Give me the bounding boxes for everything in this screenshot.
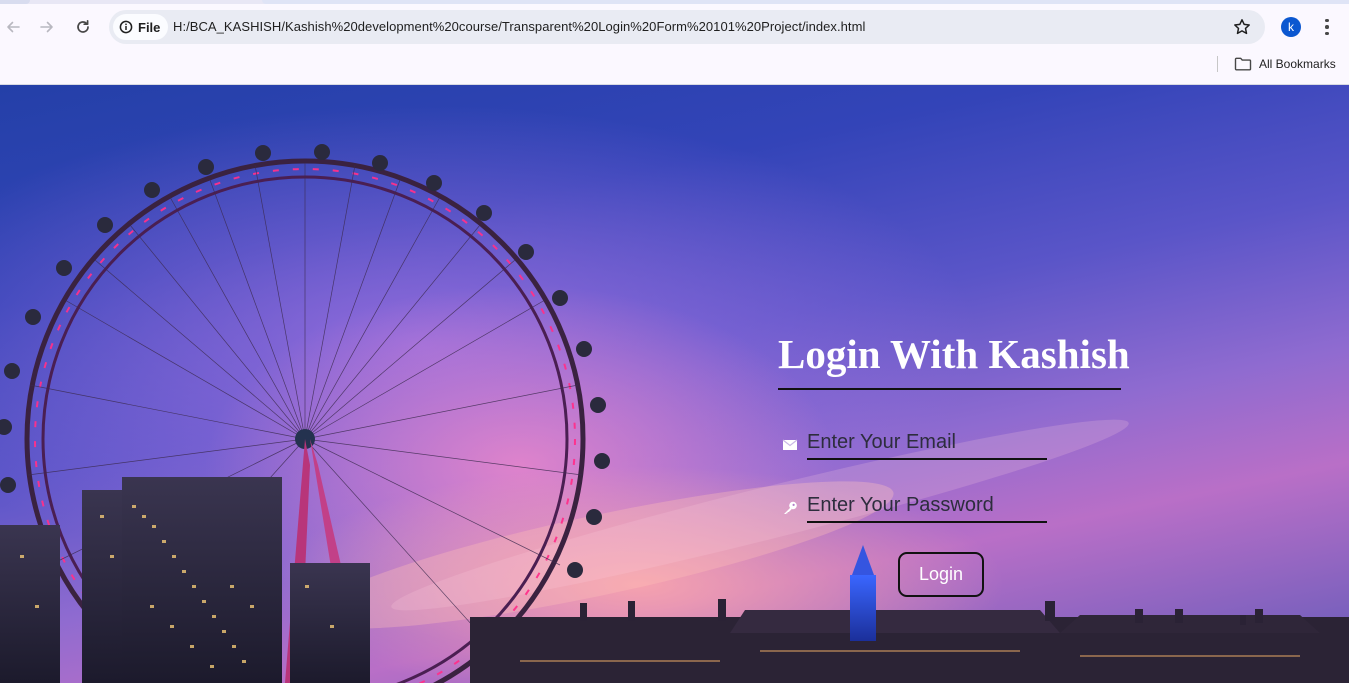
site-info-label: File bbox=[138, 19, 161, 35]
active-tab-edge[interactable] bbox=[0, 0, 30, 4]
folder-icon bbox=[1234, 57, 1252, 71]
arrow-right-icon bbox=[40, 21, 53, 33]
tab-strip bbox=[0, 0, 1349, 4]
tab-strip-edge bbox=[262, 0, 1349, 4]
arrow-left-icon bbox=[7, 21, 20, 33]
login-form: Login With Kashish Login bbox=[778, 331, 1130, 597]
key-icon bbox=[784, 501, 797, 514]
title-underline bbox=[778, 388, 1121, 390]
reload-icon bbox=[77, 19, 89, 33]
address-bar[interactable]: File H:/BCA_KASHISH/Kashish%20developmen… bbox=[109, 10, 1265, 44]
all-bookmarks-button[interactable]: All Bookmarks bbox=[1234, 55, 1336, 73]
reload-button[interactable] bbox=[70, 14, 96, 40]
login-title: Login With Kashish bbox=[778, 331, 1130, 377]
email-field[interactable] bbox=[807, 426, 1047, 458]
star-icon bbox=[1234, 19, 1250, 35]
browser-menu-button[interactable] bbox=[1316, 15, 1338, 39]
site-info-chip[interactable]: File bbox=[113, 14, 169, 40]
browser-chrome: File H:/BCA_KASHISH/Kashish%20developmen… bbox=[0, 0, 1349, 85]
forward-button[interactable] bbox=[34, 14, 60, 40]
login-button[interactable]: Login bbox=[898, 552, 984, 597]
email-underline bbox=[807, 458, 1047, 460]
back-button[interactable] bbox=[0, 14, 26, 40]
page-viewport: Login With Kashish Login bbox=[0, 85, 1349, 683]
email-field-group bbox=[778, 426, 1048, 462]
url-text[interactable]: H:/BCA_KASHISH/Kashish%20development%20c… bbox=[173, 19, 865, 34]
bookmark-star-button[interactable] bbox=[1231, 16, 1253, 38]
all-bookmarks-label: All Bookmarks bbox=[1259, 57, 1336, 71]
password-field[interactable] bbox=[807, 489, 1047, 521]
bookmarks-divider bbox=[1217, 56, 1218, 72]
background-photo bbox=[0, 144, 1349, 683]
envelope-icon bbox=[782, 439, 798, 450]
password-underline bbox=[807, 521, 1047, 523]
profile-avatar[interactable]: k bbox=[1281, 17, 1301, 37]
kebab-menu-icon bbox=[1325, 18, 1329, 23]
info-icon bbox=[119, 20, 133, 34]
password-field-group bbox=[778, 489, 1048, 525]
